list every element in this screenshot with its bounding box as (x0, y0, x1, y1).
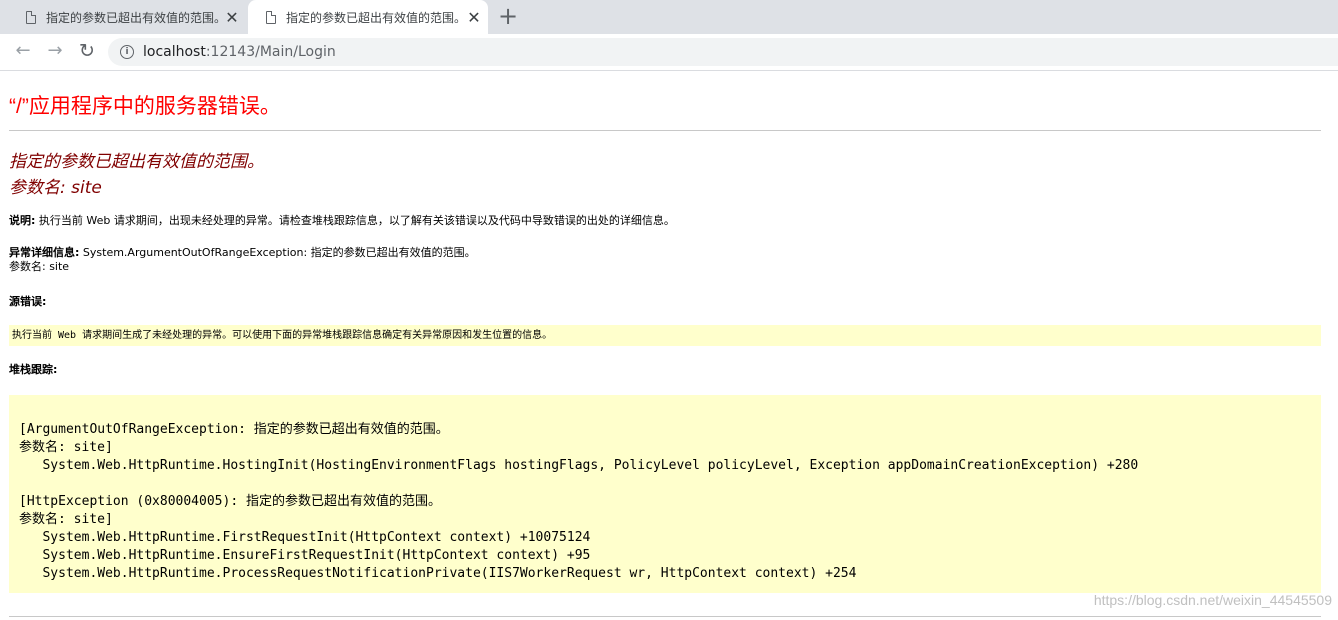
browser-tab-2[interactable]: 指定的参数已超出有效值的范围。 ✕ (248, 0, 488, 34)
exception-details-text: System.ArgumentOutOfRangeException: 指定的参… (79, 246, 476, 259)
exception-details-label: 异常详细信息: (9, 246, 80, 259)
exception-details: 异常详细信息: System.ArgumentOutOfRangeExcepti… (9, 246, 476, 274)
tab-title: 指定的参数已超出有效值的范围。 (46, 10, 224, 25)
stack-trace-text: [ArgumentOutOfRangeException: 指定的参数已超出有效… (19, 422, 1139, 581)
url-text[interactable]: localhost:12143/Main/Login (143, 44, 336, 60)
source-error-label: 源错误: (9, 295, 47, 308)
close-icon[interactable]: ✕ (224, 8, 240, 27)
error-param-line: 参数名: site (9, 178, 102, 198)
address-bar[interactable]: i localhost:12143/Main/Login (108, 38, 1338, 66)
description-label: 说明: (9, 214, 36, 227)
close-icon[interactable]: ✕ (466, 8, 482, 27)
error-title: “/”应用程序中的服务器错误。 (9, 95, 281, 118)
forward-arrow-icon[interactable]: → (44, 40, 66, 62)
browser-toolbar: ← → ↻ i localhost:12143/Main/Login (0, 34, 1338, 71)
stack-trace-label: 堆栈跟踪: (9, 363, 58, 376)
error-message-line: 指定的参数已超出有效值的范围。 (9, 152, 264, 172)
source-error-box: 执行当前 Web 请求期间生成了未经处理的异常。可以使用下面的异常堆栈跟踪信息确… (9, 325, 1321, 346)
url-host: localhost (143, 44, 206, 60)
tab-strip: 指定的参数已超出有效值的范围。 ✕ 指定的参数已超出有效值的范围。 ✕ + (0, 0, 1338, 34)
info-icon[interactable]: i (120, 45, 134, 59)
document-icon (26, 10, 36, 24)
description-text: 执行当前 Web 请求期间，出现未经处理的异常。请检查堆栈跟踪信息，以了解有关该… (35, 214, 675, 227)
error-message: 指定的参数已超出有效值的范围。 参数名: site (9, 149, 264, 201)
description: 说明: 执行当前 Web 请求期间，出现未经处理的异常。请检查堆栈跟踪信息，以了… (9, 214, 675, 228)
divider (9, 130, 1321, 131)
reload-icon[interactable]: ↻ (76, 40, 98, 62)
stack-trace-heading: 堆栈跟踪: (9, 363, 57, 377)
new-tab-button[interactable]: + (498, 4, 518, 28)
document-icon (266, 10, 276, 24)
watermark: https://blog.csdn.net/weixin_44545509 (1093, 592, 1332, 608)
divider (9, 616, 1321, 617)
tab-title: 指定的参数已超出有效值的范围。 (286, 10, 466, 25)
back-arrow-icon[interactable]: ← (12, 40, 34, 62)
source-error: 源错误: (9, 295, 46, 309)
stack-trace-box: [ArgumentOutOfRangeException: 指定的参数已超出有效… (9, 395, 1321, 593)
browser-tab-1[interactable]: 指定的参数已超出有效值的范围。 ✕ (8, 0, 246, 34)
url-path: :12143/Main/Login (205, 44, 336, 60)
exception-param: 参数名: site (9, 260, 70, 273)
